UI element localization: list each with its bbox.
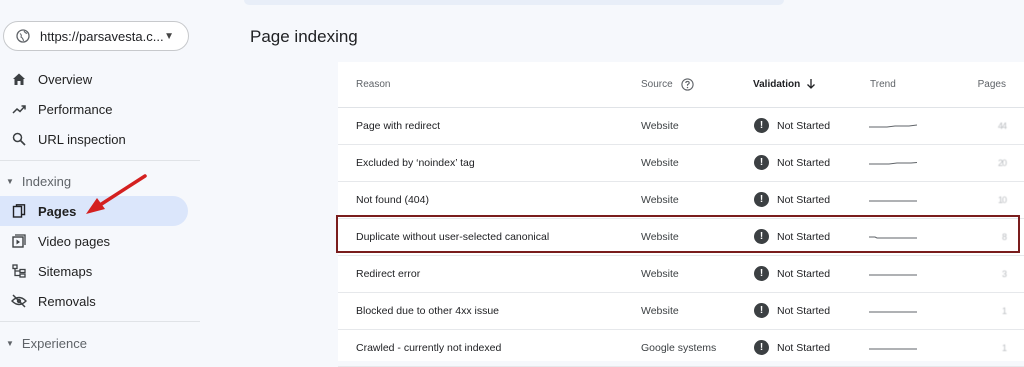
sidebar-divider — [0, 321, 200, 322]
sitemap-icon — [11, 263, 27, 279]
row-pages-count: 3 — [1001, 268, 1007, 279]
row-validation: ! Not Started — [754, 144, 830, 181]
row-reason: Not found (404) — [356, 193, 429, 206]
column-header-validation[interactable]: Validation — [753, 62, 816, 107]
row-pages-count: 1 — [1001, 305, 1007, 316]
row-validation-label: Not Started — [777, 119, 831, 132]
alert-icon: ! — [754, 303, 769, 318]
row-pages-count: 1 — [1001, 342, 1007, 353]
row-validation: ! Not Started — [754, 329, 830, 366]
column-header-source-label: Source — [641, 79, 673, 90]
row-reason: Redirect error — [356, 267, 421, 280]
row-validation: ! Not Started — [754, 181, 830, 218]
row-validation-label: Not Started — [777, 193, 831, 206]
row-source: Website — [641, 156, 679, 169]
row-pages-count: 10 — [997, 194, 1007, 205]
page-indexing-table: Reason Source Validation Trend Pages Pag… — [338, 62, 1024, 367]
row-source: Website — [641, 193, 679, 206]
row-validation-label: Not Started — [777, 304, 831, 317]
trending-up-icon — [11, 101, 27, 117]
row-trend-sparkline — [869, 329, 917, 366]
nav-video-pages-label: Video pages — [38, 233, 111, 249]
nav-overview-label: Overview — [38, 71, 93, 87]
page-title: Page indexing — [250, 27, 358, 46]
section-experience-label: Experience — [21, 335, 87, 351]
section-experience[interactable]: ▼ Experience — [0, 333, 87, 353]
column-header-trend: Trend — [870, 79, 896, 90]
row-trend-sparkline — [869, 292, 917, 329]
row-source: Google systems — [641, 341, 717, 354]
row-source: Website — [641, 304, 679, 317]
alert-icon: ! — [754, 266, 769, 281]
row-validation-label: Not Started — [777, 156, 831, 169]
property-selector[interactable]: https://parsavesta.c... ▼ — [3, 21, 189, 51]
nav-performance-label: Performance — [38, 101, 113, 117]
globe-icon — [16, 29, 30, 43]
section-indexing-label: Indexing — [21, 173, 72, 189]
sidebar-divider — [0, 160, 200, 161]
table-row[interactable]: Not found (404) Website! Not Started 10 — [338, 181, 1024, 219]
nav-performance[interactable]: Performance — [0, 94, 188, 124]
nav-removals[interactable]: Removals — [0, 286, 188, 316]
row-trend-sparkline — [869, 255, 917, 292]
nav-overview[interactable]: Overview — [0, 64, 188, 94]
alert-icon: ! — [754, 340, 769, 355]
search-icon — [11, 131, 27, 147]
nav-sitemaps[interactable]: Sitemaps — [0, 256, 188, 286]
table-row[interactable]: Crawled - currently not indexed Google sy… — [338, 329, 1024, 367]
removals-icon — [11, 293, 27, 309]
table-row[interactable]: Redirect error Website! Not Started 3 — [338, 255, 1024, 293]
home-icon — [11, 71, 27, 87]
top-search-bar — [244, 0, 784, 5]
row-reason: Crawled - currently not indexed — [356, 341, 502, 354]
property-label: https://parsavesta.c... — [40, 28, 164, 44]
row-reason: Excluded by ‘noindex’ tag — [356, 156, 475, 169]
column-header-source: Source — [641, 62, 694, 107]
column-header-validation-label: Validation — [753, 79, 801, 90]
row-source: Website — [641, 119, 679, 132]
nav-url-inspection-label: URL inspection — [38, 131, 126, 147]
dropdown-caret-icon: ▼ — [164, 30, 174, 42]
alert-icon: ! — [754, 118, 769, 133]
alert-icon: ! — [754, 155, 769, 170]
video-pages-icon — [11, 233, 27, 249]
row-source: Website — [641, 267, 679, 280]
nav-pages-label: Pages — [38, 203, 77, 219]
sort-arrow-down-icon — [806, 78, 816, 92]
collapse-triangle-icon: ▼ — [6, 338, 14, 348]
row-reason: Blocked due to other 4xx issue — [356, 304, 500, 317]
highlight-box — [336, 215, 1020, 253]
collapse-triangle-icon: ▼ — [6, 176, 14, 186]
row-reason: Page with redirect — [356, 119, 441, 132]
row-trend-sparkline — [869, 181, 917, 218]
row-pages-count: 44 — [997, 120, 1007, 131]
row-validation-label: Not Started — [777, 341, 831, 354]
row-validation: ! Not Started — [754, 255, 830, 292]
table-row[interactable]: Page with redirect Website! Not Started 44 — [338, 107, 1024, 145]
row-trend-sparkline — [869, 107, 917, 144]
column-header-reason: Reason — [356, 79, 391, 90]
row-pages-count: 20 — [997, 157, 1007, 168]
nav-video-pages[interactable]: Video pages — [0, 226, 188, 256]
row-trend-sparkline — [869, 144, 917, 181]
row-validation: ! Not Started — [754, 107, 830, 144]
nav-url-inspection[interactable]: URL inspection — [0, 124, 188, 154]
section-indexing[interactable]: ▼ Indexing — [0, 171, 71, 191]
nav-pages[interactable]: Pages — [0, 196, 188, 226]
column-header-pages: Pages — [977, 79, 1006, 90]
nav-removals-label: Removals — [38, 293, 96, 309]
help-icon[interactable] — [681, 78, 694, 91]
row-validation: ! Not Started — [754, 292, 830, 329]
alert-icon: ! — [754, 192, 769, 207]
table-header: Reason Source Validation Trend Pages — [338, 62, 1024, 108]
sidebar: https://parsavesta.c... ▼ Overview Perfo… — [0, 0, 200, 361]
pages-icon — [11, 203, 27, 219]
row-validation-label: Not Started — [777, 267, 831, 280]
table-row[interactable]: Blocked due to other 4xx issue Website! No… — [338, 292, 1024, 330]
table-row[interactable]: Excluded by ‘noindex’ tag Website! Not Sta… — [338, 144, 1024, 182]
nav-sitemaps-label: Sitemaps — [38, 263, 93, 279]
